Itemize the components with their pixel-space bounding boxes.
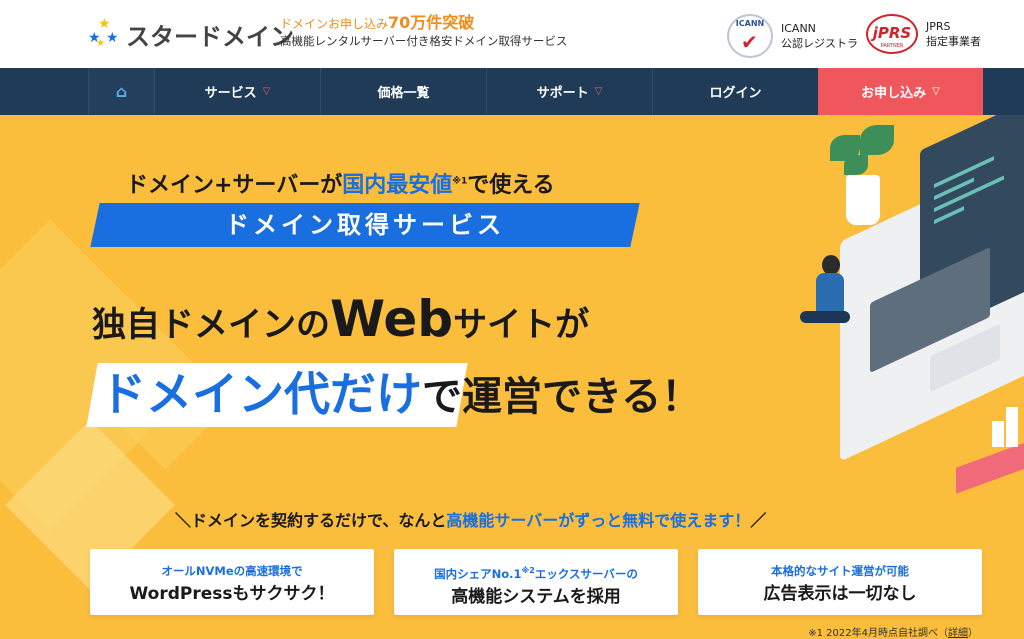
feature-card-no-ads[interactable]: 本格的なサイト運営が可能 広告表示は一切なし: [698, 549, 982, 615]
decorative-box: [956, 442, 1024, 494]
logo-text: スタードメイン: [126, 22, 294, 51]
tagline-count: 70万件突破: [388, 13, 475, 32]
jprs-label: JPRS 指定事業者: [926, 20, 981, 48]
chevron-down-icon: ▽: [932, 86, 940, 97]
jprs-badge: jPRS PARTNER JPRS 指定事業者: [866, 14, 981, 54]
footnote-details-link[interactable]: 詳細: [948, 628, 968, 639]
tagline-sub: 高機能レンタルサーバー付き格安ドメイン取得サービス: [280, 34, 568, 48]
hero-line1: ドメイン+サーバーが国内最安値※1で使える: [126, 173, 555, 198]
site-logo[interactable]: ★ ★ ★ ★ スタードメイン: [88, 16, 294, 52]
hero-banner: ドメイン+サーバーが国内最安値※1で使える ドメイン取得サービス 独自ドメインの…: [0, 115, 1024, 639]
hero-headline-2: ドメイン代だけで運営できる！: [100, 367, 702, 421]
home-icon: ⌂: [115, 82, 128, 101]
site-header: ★ ★ ★ ★ スタードメイン ドメインお申し込み70万件突破 高機能レンタルサ…: [0, 0, 1024, 68]
chevron-down-icon: ▽: [594, 86, 603, 97]
chevron-down-icon: ▽: [262, 86, 271, 97]
nav-item-service[interactable]: サービス ▽: [154, 68, 320, 115]
hero-headline-1: 独自ドメインのWebサイトが: [92, 290, 590, 348]
leaf-icon: [860, 125, 894, 155]
main-nav: ⌂ サービス ▽ 価格一覧 サポート ▽ ログイン お申し込み ▽: [0, 68, 1024, 115]
header-tagline: ドメインお申し込み70万件突破 高機能レンタルサーバー付き格安ドメイン取得サービ…: [280, 13, 600, 49]
feature-card-nvme[interactable]: オールNVMeの高速環境で WordPressもサクサク！: [90, 549, 374, 615]
hero-subtext: ＼ドメインを契約するだけで、なんと高機能サーバーがずっと無料で使えます！／: [175, 511, 767, 530]
icann-seal-icon: ICANN ✔: [727, 14, 773, 58]
logo-stars-icon: ★ ★ ★ ★: [88, 16, 119, 49]
hero-banner-text: ドメイン取得サービス: [225, 211, 505, 239]
feature-card-xserver[interactable]: 国内シェアNo.1※2エックスサーバーの 高機能システムを採用: [394, 549, 678, 615]
nav-item-support[interactable]: サポート ▽: [486, 68, 652, 115]
icann-badge: ICANN ✔ ICANN 公認レジストラ: [727, 14, 858, 58]
person-icon: [822, 255, 840, 275]
hero-illustration: [770, 115, 1024, 495]
nav-item-login[interactable]: ログイン: [652, 68, 818, 115]
nav-home[interactable]: ⌂: [88, 68, 154, 115]
jprs-seal-icon: jPRS PARTNER: [866, 14, 918, 54]
nav-item-pricing[interactable]: 価格一覧: [320, 68, 486, 115]
plant-pot-icon: [846, 175, 880, 225]
tagline-prefix: ドメインお申し込み: [280, 17, 389, 31]
tagline-top: ドメインお申し込み70万件突破: [280, 13, 600, 33]
icann-label: ICANN 公認レジストラ: [781, 22, 858, 50]
leaf-icon: [844, 155, 868, 175]
nav-item-apply[interactable]: お申し込み ▽: [818, 68, 983, 115]
footnote: ※1 2022年4月時点自社調べ（詳細）: [808, 628, 978, 639]
